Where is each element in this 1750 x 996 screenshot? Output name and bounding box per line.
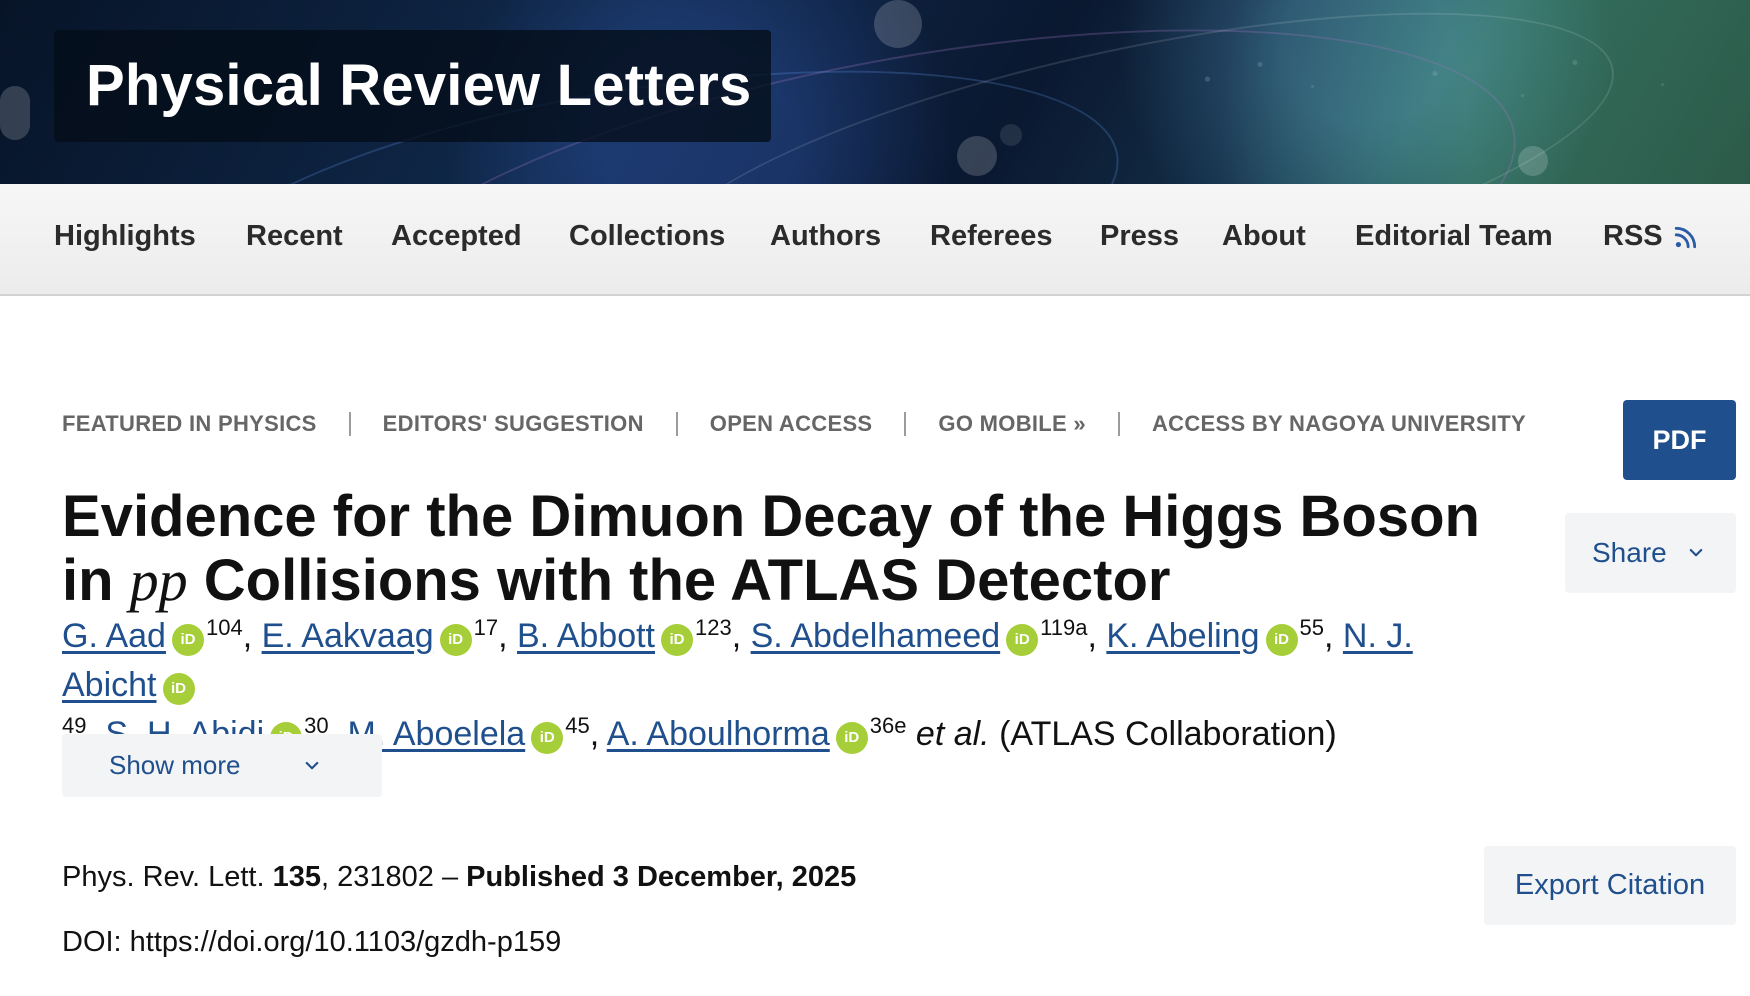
article-page: Physical Review Letters Highlights Recen…	[0, 0, 1750, 996]
author-affiliation: 123	[695, 615, 732, 640]
orcid-icon[interactable]: iD	[1265, 623, 1298, 656]
nav-press[interactable]: Press	[1100, 222, 1179, 251]
journal-abbrev: Phys. Rev. Lett.	[62, 861, 265, 893]
decorative-arc	[625, 0, 1639, 184]
go-mobile-link[interactable]: GO MOBILE »	[938, 411, 1086, 437]
title-suffix: Collisions with the ATLAS Detector	[187, 547, 1171, 613]
author-link[interactable]: G. Aad	[62, 617, 166, 655]
author-affiliation: 104	[205, 615, 243, 640]
decorative-bokeh	[874, 0, 922, 48]
decorative-bokeh	[0, 86, 30, 140]
featured-in-physics-label[interactable]: FEATURED IN PHYSICS	[62, 411, 317, 437]
journal-title-box: Physical Review Letters	[54, 30, 771, 142]
rss-icon	[1673, 224, 1699, 250]
nav-highlights[interactable]: Highlights	[54, 222, 196, 251]
orcid-icon[interactable]: iD	[835, 721, 868, 754]
et-al-text: et al.	[915, 715, 990, 753]
published-date: Published 3 December, 2025	[466, 861, 857, 893]
journal-title[interactable]: Physical Review Letters	[86, 57, 751, 115]
show-more-button[interactable]: Show more	[62, 734, 382, 797]
author-link[interactable]: E. Aakvaag	[262, 617, 434, 655]
citation-middle: , 231802 –	[321, 861, 459, 893]
share-button[interactable]: Share	[1565, 513, 1736, 593]
show-more-label: Show more	[109, 750, 241, 780]
rss-label: RSS	[1603, 220, 1663, 252]
author-affiliation: 119a	[1040, 615, 1088, 640]
nav-editorial-team[interactable]: Editorial Team	[1355, 222, 1553, 251]
author-link[interactable]: S. Abdelhameed	[751, 617, 1001, 655]
volume-number: 135	[272, 861, 321, 893]
main-navigation: Highlights Recent Accepted Collections A…	[0, 184, 1750, 296]
pp-math: pp	[129, 547, 188, 613]
orcid-icon[interactable]: iD	[661, 623, 693, 656]
title-prefix: in	[62, 547, 130, 613]
chevron-down-icon	[1687, 544, 1705, 562]
author-affiliation: 36e	[869, 713, 907, 738]
author-link[interactable]: B. Abbott	[517, 617, 655, 655]
doi-line[interactable]: DOI: https://doi.org/10.1103/gzdh-p159	[62, 925, 561, 960]
article-meta-strip: FEATURED IN PHYSICS EDITORS' SUGGESTION …	[62, 408, 1526, 440]
chevron-down-icon	[303, 757, 321, 775]
nav-authors[interactable]: Authors	[770, 222, 881, 251]
author-link[interactable]: A. Aboulhorma	[607, 715, 830, 753]
meta-divider	[1117, 412, 1120, 436]
nav-referees[interactable]: Referees	[930, 222, 1053, 251]
share-label: Share	[1592, 537, 1667, 568]
author-affiliation: 17	[473, 615, 499, 640]
journal-header-banner: Physical Review Letters	[0, 0, 1750, 184]
author-affiliation: 45	[565, 713, 590, 738]
author-affiliation: 55	[1299, 615, 1324, 640]
nav-rss[interactable]: RSS	[1603, 222, 1699, 251]
meta-divider	[675, 412, 678, 436]
meta-divider	[348, 412, 351, 436]
decorative-bokeh	[1518, 146, 1548, 176]
citation-line: Phys. Rev. Lett. 135, 231802 – Published…	[62, 860, 856, 895]
author-link[interactable]: K. Abeling	[1106, 617, 1259, 655]
article-title-line-1: Evidence for the Dimuon Decay of the Hig…	[62, 483, 1480, 549]
meta-divider	[904, 412, 907, 436]
pdf-button[interactable]: PDF	[1623, 400, 1736, 480]
collaboration-text: (ATLAS Collaboration)	[999, 715, 1337, 753]
export-citation-button[interactable]: Export Citation	[1484, 846, 1736, 925]
decorative-bokeh	[1000, 124, 1022, 146]
orcid-icon[interactable]: iD	[162, 672, 195, 705]
orcid-icon[interactable]: iD	[439, 623, 472, 656]
open-access-label[interactable]: OPEN ACCESS	[710, 411, 873, 437]
nav-collections[interactable]: Collections	[569, 222, 725, 251]
article-title-line-2: in pp Collisions with the ATLAS Detector	[62, 547, 1512, 613]
access-by-nagoya-label: ACCESS BY NAGOYA UNIVERSITY	[1151, 411, 1527, 436]
editors-suggestion-label[interactable]: EDITORS' SUGGESTION	[383, 411, 644, 437]
orcid-icon[interactable]: iD	[531, 721, 564, 754]
nav-accepted[interactable]: Accepted	[391, 222, 522, 251]
decorative-bokeh	[957, 136, 997, 176]
orcid-icon[interactable]: iD	[171, 623, 204, 656]
orcid-icon[interactable]: iD	[1006, 623, 1039, 656]
nav-about[interactable]: About	[1222, 222, 1306, 251]
article-title: Evidence for the Dimuon Decay of the Hig…	[62, 483, 1512, 613]
nav-recent[interactable]: Recent	[246, 222, 343, 251]
